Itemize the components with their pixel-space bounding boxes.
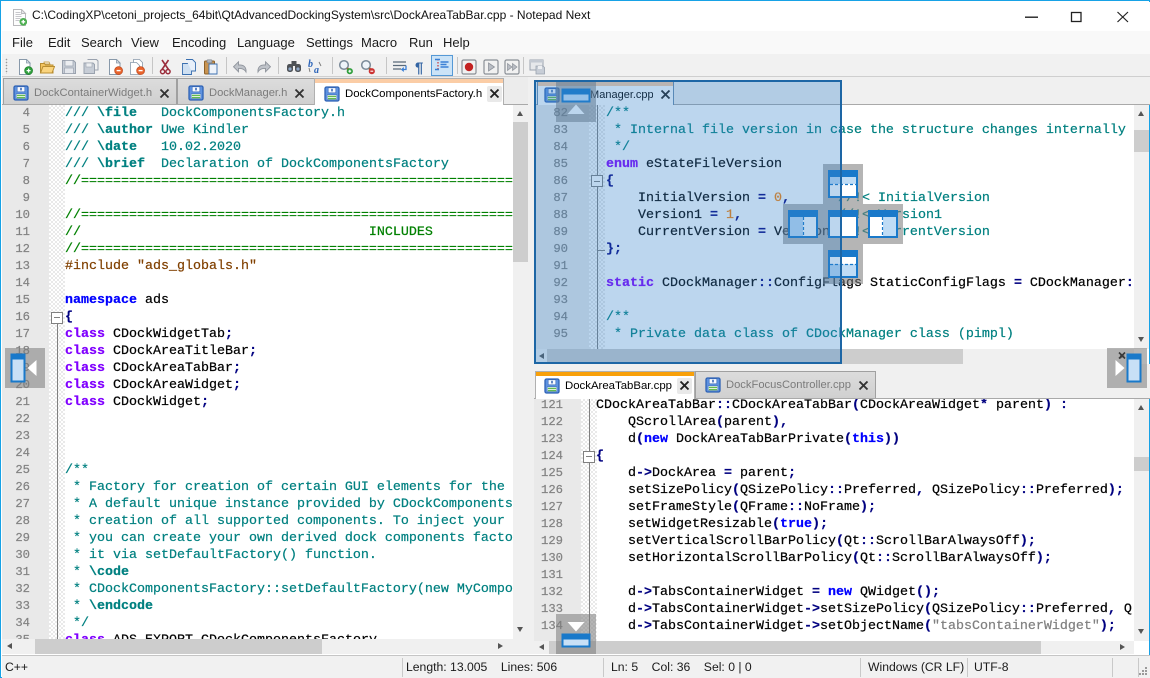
- svg-text:a: a: [314, 65, 319, 75]
- svg-text:¶: ¶: [415, 60, 423, 76]
